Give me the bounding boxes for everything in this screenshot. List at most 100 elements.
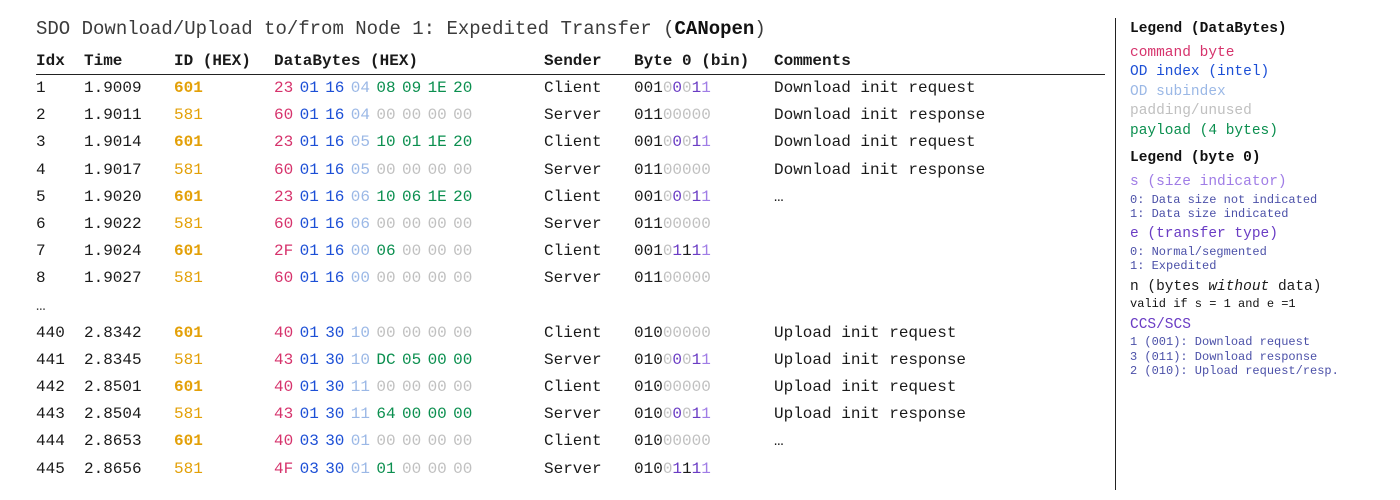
legend-index: OD index (intel) xyxy=(1130,63,1380,83)
cell-time: 2.8501 xyxy=(84,374,174,401)
bit-group: 1 xyxy=(682,460,692,478)
hex-byte: 30 xyxy=(325,322,351,345)
legend-pay: payload (4 bytes) xyxy=(1130,122,1380,142)
bit-group: 0 xyxy=(692,269,702,287)
col-b0: Byte 0 (bin) xyxy=(634,50,774,75)
bit-group: 1 xyxy=(701,405,711,423)
cell-databytes: 2F01160006000000 xyxy=(274,238,544,265)
bit-group: 0 xyxy=(672,324,682,342)
hex-byte: 20 xyxy=(453,186,479,209)
cell-databytes: 2301160510011E20 xyxy=(274,129,544,156)
bit-group: 0 xyxy=(701,215,711,233)
cell-databytes: 6001160600000000 xyxy=(274,211,544,238)
hex-byte: 06 xyxy=(376,240,402,263)
table-row: 21.90115816001160400000000Server01100000… xyxy=(36,102,1105,129)
cell-time: 2.8504 xyxy=(84,401,174,428)
table-header: Idx Time ID (HEX) DataBytes (HEX) Sender… xyxy=(36,50,1105,75)
hex-byte: 1E xyxy=(428,77,454,100)
cell-idx: 4 xyxy=(36,157,84,184)
hex-byte: 00 xyxy=(428,376,454,399)
bit-group: 0 xyxy=(701,161,711,179)
hex-byte: 00 xyxy=(402,159,428,182)
cell-comment: Upload init request xyxy=(774,320,1105,347)
cell-byte0: 00100011 xyxy=(634,75,774,103)
title-suffix: ) xyxy=(754,18,765,40)
bit-group: 0 xyxy=(682,432,692,450)
bit-group: 0 xyxy=(701,269,711,287)
cell-sender: Server xyxy=(544,157,634,184)
cell-idx: 5 xyxy=(36,184,84,211)
cell-id: 581 xyxy=(174,401,274,428)
table-row: … xyxy=(36,293,1105,320)
hex-byte: 30 xyxy=(325,403,351,426)
bit-group: 001 xyxy=(634,188,663,206)
cell-byte0: 01100000 xyxy=(634,157,774,184)
legend-n-prefix: n (bytes xyxy=(1130,279,1208,295)
bit-group: 001 xyxy=(634,79,663,97)
bit-group: 0 xyxy=(682,215,692,233)
section-break: … xyxy=(36,293,1105,320)
hex-byte: 64 xyxy=(376,403,402,426)
table-row: 11.90096012301160408091E20Client00100011… xyxy=(36,75,1105,103)
bit-group: 0 xyxy=(682,106,692,124)
cell-sender: Client xyxy=(544,428,634,455)
bit-group: 0 xyxy=(672,378,682,396)
table-row: 31.90146012301160510011E20Client00100011… xyxy=(36,129,1105,156)
cell-sender: Client xyxy=(544,184,634,211)
hex-byte: 00 xyxy=(453,349,479,372)
legend-sub: OD subindex xyxy=(1130,83,1380,103)
bit-group: 0 xyxy=(672,269,682,287)
legend-ccs-2: 2 (010): Upload request/resp. xyxy=(1130,364,1380,378)
bit-group: 0 xyxy=(692,378,702,396)
hex-byte: 60 xyxy=(274,267,300,290)
legend-cmd: command byte xyxy=(1130,44,1380,64)
cell-databytes: 2301160610061E20 xyxy=(274,184,544,211)
bit-group: 0 xyxy=(682,161,692,179)
hex-byte: 43 xyxy=(274,403,300,426)
bit-group: 001 xyxy=(634,242,663,260)
col-time: Time xyxy=(84,50,174,75)
col-id: ID (HEX) xyxy=(174,50,274,75)
cell-byte0: 01000011 xyxy=(634,347,774,374)
bit-group: 001 xyxy=(634,133,663,151)
cell-idx: 444 xyxy=(36,428,84,455)
table-row: 4442.86536014003300100000000Client010000… xyxy=(36,428,1105,455)
cell-databytes: 6001160500000000 xyxy=(274,157,544,184)
bit-group: 0 xyxy=(672,79,682,97)
legend-e-0: 0: Normal/segmented xyxy=(1130,245,1380,259)
hex-byte: 16 xyxy=(325,77,351,100)
hex-byte: 40 xyxy=(274,430,300,453)
cell-byte0: 01100000 xyxy=(634,102,774,129)
legend-byte0-title: Legend (byte 0) xyxy=(1130,149,1380,169)
hex-byte: 01 xyxy=(300,322,326,345)
legend-ccs-3: 3 (011): Download response xyxy=(1130,350,1380,364)
table-row: 4452.86565814F03300101000000Server010011… xyxy=(36,456,1105,483)
hex-byte: 00 xyxy=(453,376,479,399)
bit-group: 0 xyxy=(701,324,711,342)
hex-byte: 00 xyxy=(376,430,402,453)
hex-byte: 01 xyxy=(300,213,326,236)
bit-group: 1 xyxy=(701,242,711,260)
col-idx: Idx xyxy=(36,50,84,75)
bit-group: 1 xyxy=(701,460,711,478)
cell-databytes: 43013010DC050000 xyxy=(274,347,544,374)
hex-byte: 16 xyxy=(325,159,351,182)
cell-databytes: 2301160408091E20 xyxy=(274,75,544,103)
bit-group: 0 xyxy=(663,460,673,478)
cell-comment: Download init request xyxy=(774,75,1105,103)
hex-byte: 60 xyxy=(274,104,300,127)
hex-byte: 00 xyxy=(402,430,428,453)
hex-byte: 1E xyxy=(428,186,454,209)
cell-time: 1.9022 xyxy=(84,211,174,238)
cell-byte0: 01000000 xyxy=(634,320,774,347)
cell-comment: Upload init response xyxy=(774,347,1105,374)
bit-group: 0 xyxy=(672,405,682,423)
hex-byte: 43 xyxy=(274,349,300,372)
bit-group: 0 xyxy=(663,161,673,179)
bit-group: 010 xyxy=(634,405,663,423)
hex-byte: 00 xyxy=(402,104,428,127)
hex-byte: 04 xyxy=(351,104,377,127)
col-comments: Comments xyxy=(774,50,1105,75)
bit-group: 0 xyxy=(672,432,682,450)
cell-byte0: 00100011 xyxy=(634,184,774,211)
